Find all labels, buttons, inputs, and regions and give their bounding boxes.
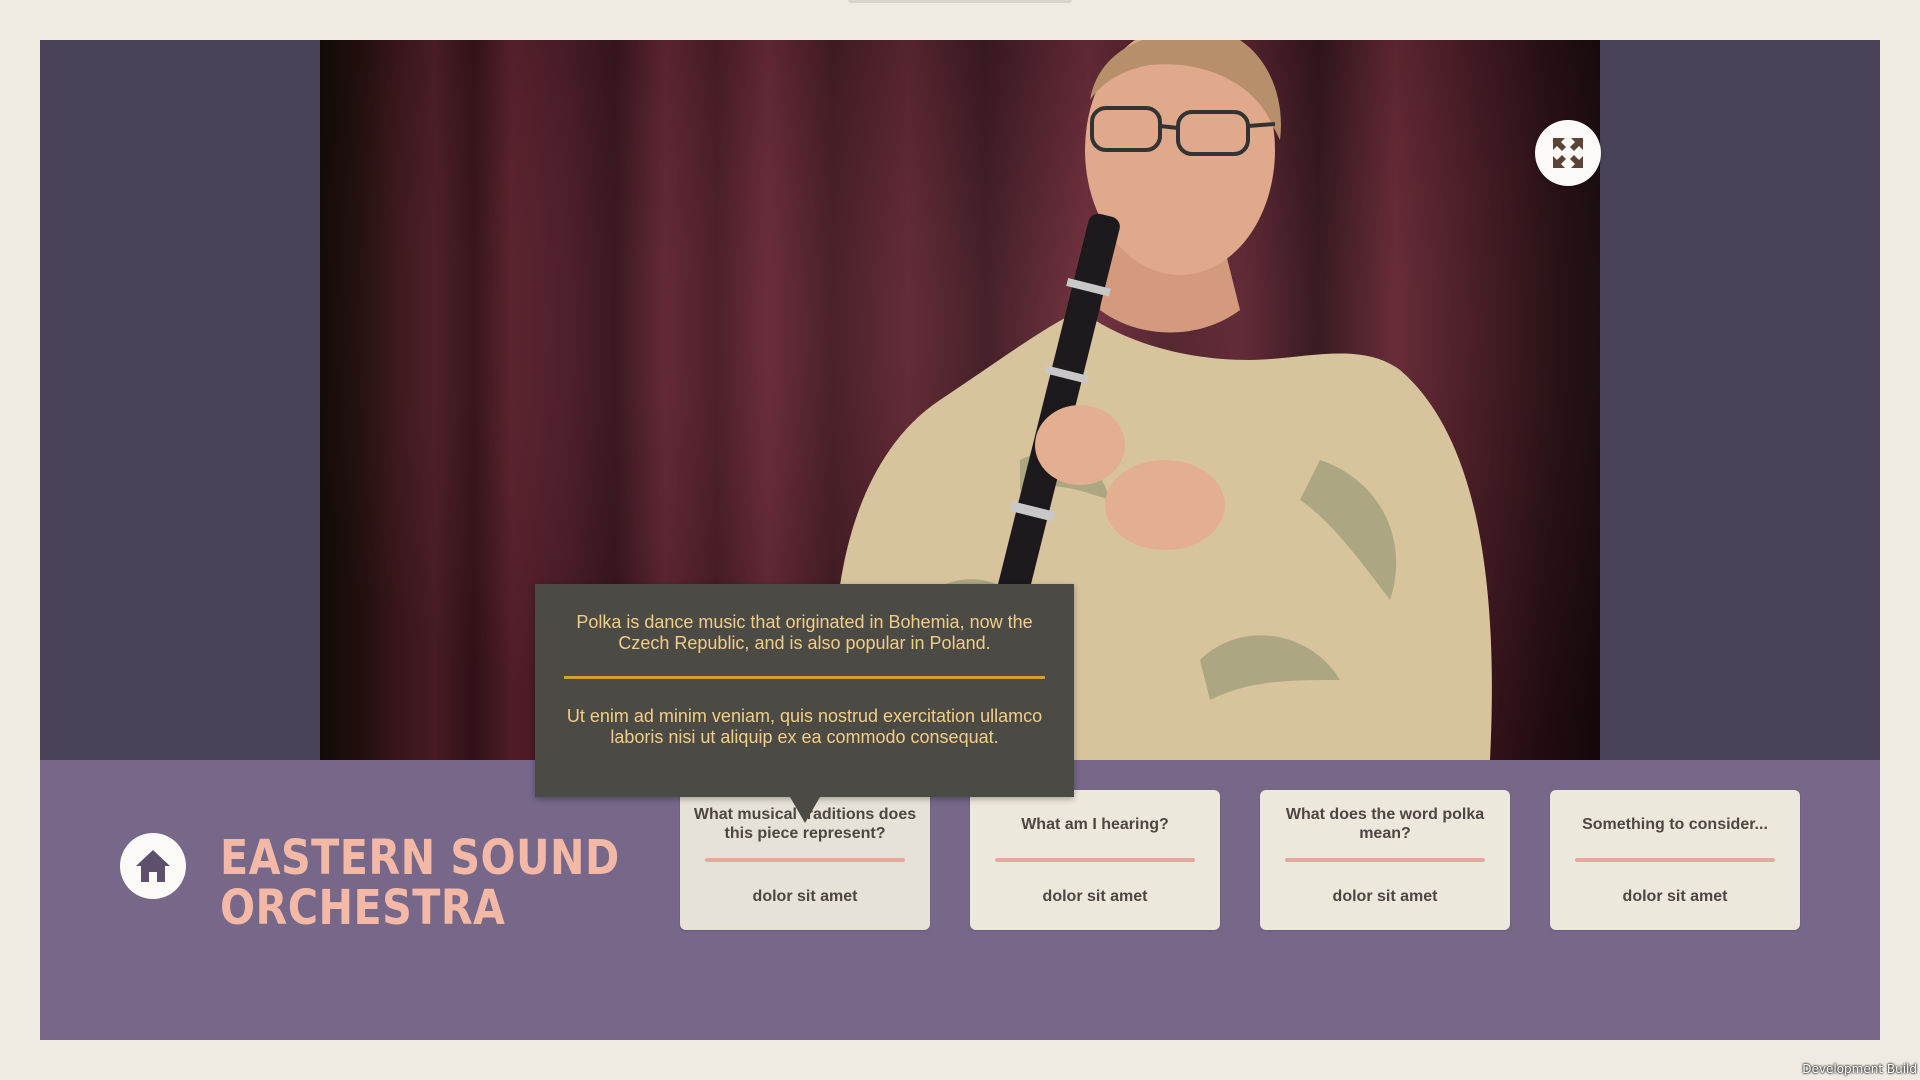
question-card-4[interactable]: Something to consider... dolor sit amet (1550, 790, 1800, 930)
app-title: EASTERN SOUND ORCHESTRA (220, 830, 620, 936)
card-answer: dolor sit amet (1622, 888, 1728, 905)
card-divider (995, 858, 1195, 862)
card-answer: dolor sit amet (752, 888, 858, 905)
info-tooltip: Polka is dance music that originated in … (535, 584, 1074, 823)
card-question: What am I hearing? (1021, 815, 1169, 833)
tooltip-divider (564, 676, 1045, 679)
home-icon (136, 850, 170, 882)
tooltip-pointer (790, 797, 820, 823)
app-title-line-1: EASTERN SOUND (220, 830, 620, 886)
question-card-2[interactable]: What am I hearing? dolor sit amet (970, 790, 1220, 930)
build-label: Development Build (1802, 1062, 1917, 1076)
card-answer: dolor sit amet (1332, 888, 1438, 905)
expand-arrows-icon (1553, 138, 1583, 168)
card-answer: dolor sit amet (1042, 888, 1148, 905)
card-question: What does the word polka mean? (1285, 806, 1485, 842)
card-divider (705, 858, 905, 862)
app-title-line-2: ORCHESTRA (220, 880, 506, 936)
card-question: Something to consider... (1582, 815, 1768, 833)
home-button[interactable] (120, 833, 186, 899)
question-card-3[interactable]: What does the word polka mean? dolor sit… (1260, 790, 1510, 930)
card-divider (1575, 858, 1775, 862)
hand-right (1035, 405, 1125, 485)
card-divider (1285, 858, 1485, 862)
fullscreen-button[interactable] (1535, 120, 1601, 186)
tooltip-paragraph-2: Ut enim ad minim veniam, quis nostrud ex… (566, 706, 1043, 747)
top-handle (848, 0, 1072, 3)
tooltip-paragraph-1: Polka is dance music that originated in … (576, 612, 1033, 653)
hand-left (1105, 460, 1225, 550)
